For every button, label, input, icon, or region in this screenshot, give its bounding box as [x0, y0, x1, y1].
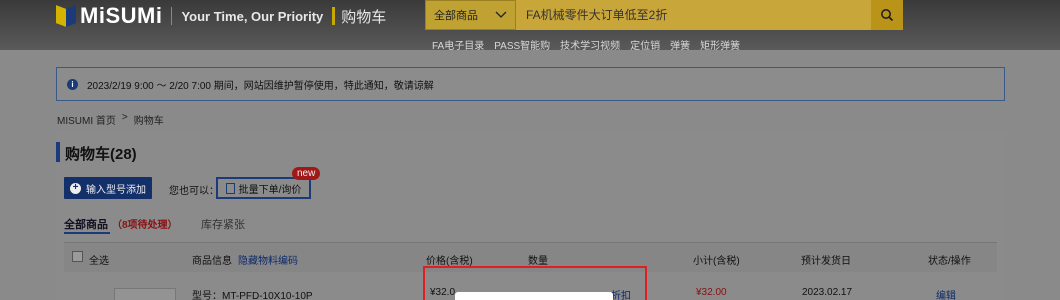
quick-link-videos[interactable]: 技术学习视频 [560, 37, 620, 52]
logo-cube-icon [56, 5, 76, 27]
add-by-model-label: 输入型号添加 [86, 184, 146, 196]
breadcrumb-separator: > [121, 112, 128, 123]
col-info: 商品信息 [192, 256, 232, 267]
plus-icon: + [70, 182, 81, 194]
col-ship-date: 预计发货日 [801, 256, 851, 267]
quick-links: FA电子目录 PASS智能购 技术学习视频 定位销 弹簧 矩形弹簧 [432, 37, 740, 52]
active-tab-indicator [64, 232, 110, 234]
highlight-box [423, 266, 647, 300]
logo-text: MiSUMi [80, 3, 163, 28]
select-all-label: 全选 [89, 256, 109, 267]
tab-low-stock[interactable]: 库存紧张 [201, 216, 245, 232]
breadcrumb-current: 购物车 [133, 116, 164, 127]
document-icon [225, 182, 235, 194]
tab-all-label: 全部商品 [64, 219, 108, 231]
pending-count: （8项待处理） [112, 220, 178, 231]
search-input[interactable] [516, 0, 871, 30]
also-label: 您也可以： [169, 186, 219, 197]
new-badge: new [292, 167, 321, 180]
notice-text: 2023/2/19 9:00 ～ 2/20 7:00 期间，网站因维护暂停使用，… [87, 80, 434, 92]
quick-link-spring[interactable]: 弹簧 [670, 37, 690, 52]
select-all-checkbox[interactable] [72, 251, 83, 262]
maintenance-notice: i 2023/2/19 9:00 ～ 2/20 7:00 期间，网站因维护暂停使… [56, 67, 1005, 101]
bulk-order-label: 批量下单/询价 [238, 184, 302, 196]
col-subtotal: 小计(含税) [693, 256, 740, 267]
search-bar: 全部商品 [425, 0, 903, 30]
breadcrumb-home[interactable]: MISUMI 首页 [57, 112, 116, 127]
col-price: 价格(含税) [426, 256, 473, 267]
site-header: MiSUMi Your Time, Our Priority 购物车 全部商品 … [0, 0, 1060, 52]
chevron-down-icon [495, 11, 507, 18]
quick-link-rect-spring[interactable]: 矩形弹簧 [700, 37, 740, 52]
col-qty: 数量 [528, 256, 548, 267]
slogan: Your Time, Our Priority [181, 8, 324, 24]
product-thumbnail[interactable] [114, 288, 176, 300]
row-ship-date: 2023.02.17 [802, 287, 853, 298]
search-icon [881, 9, 894, 22]
search-button[interactable] [871, 0, 903, 30]
row-model[interactable]: 型号：MT-PFD-10X10-10P [192, 287, 313, 300]
page-title: 购物车(28) [65, 146, 137, 163]
misumi-logo[interactable]: MiSUMi Your Time, Our Priority 购物车 [56, 3, 387, 28]
search-category-label: 全部商品 [434, 10, 478, 22]
hide-code-link[interactable]: 隐藏物料编码 [238, 252, 298, 267]
add-by-model-button[interactable]: + 输入型号添加 [64, 177, 152, 199]
search-category-select[interactable]: 全部商品 [425, 0, 516, 30]
col-status: 状态/操作 [928, 256, 971, 267]
row-subtotal: ¥32.00 [696, 287, 727, 298]
quick-link-pass[interactable]: PASS智能购 [494, 37, 550, 52]
tab-all-items[interactable]: 全部商品 （8项待处理） [64, 216, 178, 232]
info-icon: i [67, 78, 78, 90]
header-page-label: 购物车 [341, 8, 387, 26]
row-edit-link[interactable]: 编辑 [936, 287, 956, 300]
quick-link-fa-catalog[interactable]: FA电子目录 [432, 37, 484, 52]
bulk-order-button[interactable]: 批量下单/询价 [216, 177, 311, 199]
breadcrumb: MISUMI 首页 > 购物车 [57, 112, 164, 127]
quick-link-locating-pin[interactable]: 定位销 [630, 37, 660, 52]
